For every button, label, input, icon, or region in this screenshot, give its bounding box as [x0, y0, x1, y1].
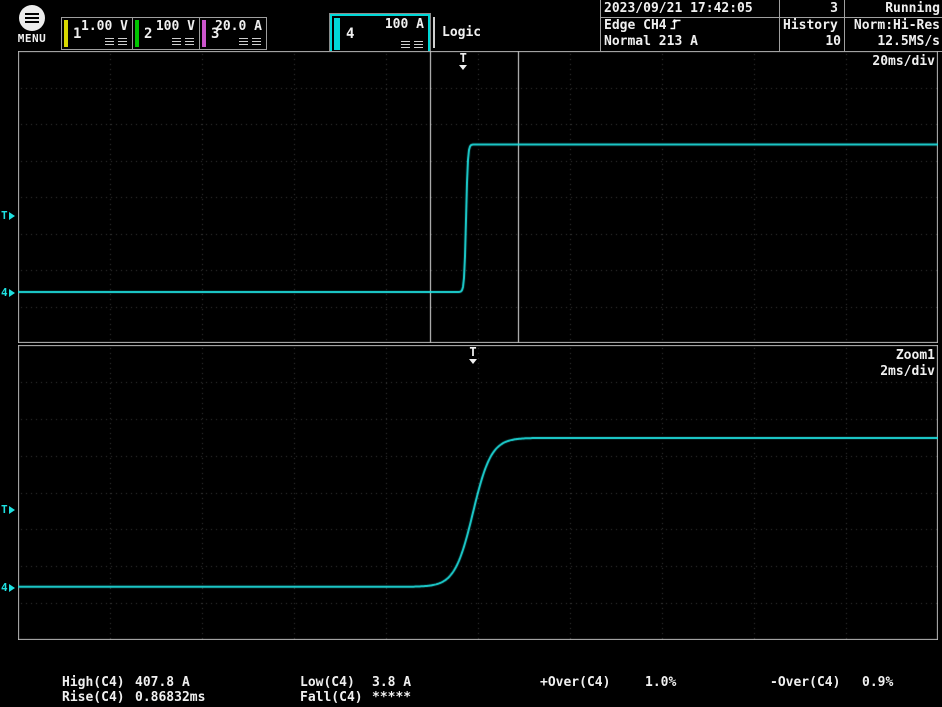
- channel-4-scale: 100 A: [385, 17, 424, 32]
- channel-1-color-bar: [64, 20, 68, 47]
- acquisition-mode: Norm:Hi-Res: [845, 18, 942, 34]
- measurement-value: 3.8 A: [372, 675, 411, 690]
- status-panel: 2023/09/21 17:42:05 3 Running Edge CH4 N…: [600, 0, 942, 52]
- channel-4-coupling-icons: [401, 41, 423, 49]
- menu-label: MENU: [12, 32, 52, 45]
- measurement-label: Rise(C4): [62, 690, 135, 705]
- down-arrow-icon: [469, 359, 477, 364]
- zoom-ch4-zero-marker[interactable]: 4: [1, 580, 15, 596]
- trigger-t-label: T: [1, 208, 8, 224]
- history-label: History: [780, 18, 844, 34]
- measurement-value: 407.8 A: [135, 675, 190, 690]
- measurement-value: 0.9%: [862, 675, 893, 690]
- main-waveform-canvas[interactable]: [18, 51, 938, 343]
- channel-2-color-bar: [135, 20, 139, 47]
- main-ch4-zero-marker[interactable]: 4: [1, 285, 15, 301]
- right-arrow-icon: [9, 584, 15, 592]
- channel-number-label: 4: [1, 580, 8, 596]
- measurement-fall: Fall(C4)*****: [300, 690, 411, 705]
- impedance-icon: [414, 41, 423, 49]
- impedance-icon: [252, 38, 261, 46]
- channel-4-button-selected[interactable]: 4 100 A: [330, 14, 430, 54]
- channel-2-button[interactable]: 2 100 V: [132, 17, 200, 50]
- channel-4-number: 4: [346, 26, 354, 42]
- measurement-rise: Rise(C4)0.86832ms: [62, 690, 205, 705]
- history-box[interactable]: History 10: [779, 17, 844, 51]
- main-trigger-position-marker[interactable]: T: [457, 53, 469, 70]
- channel-3-color-bar: [202, 20, 206, 47]
- right-arrow-icon: [9, 289, 15, 297]
- history-value: 10: [780, 34, 844, 50]
- trigger-t-label: T: [460, 53, 467, 64]
- channel-4-color-bar: [334, 18, 340, 50]
- trigger-type: Edge CH4: [604, 18, 667, 33]
- down-arrow-icon: [459, 65, 467, 70]
- measurement-value: *****: [372, 690, 411, 705]
- trigger-info-box[interactable]: Edge CH4 Normal 213 A: [601, 17, 779, 51]
- impedance-icon: [118, 38, 127, 46]
- trigger-t-label: T: [469, 347, 476, 358]
- measurement-value: 1.0%: [645, 675, 676, 690]
- impedance-icon: [185, 38, 194, 46]
- trigger-level: 213 A: [659, 34, 698, 49]
- datetime: 2023/09/21 17:42:05: [601, 0, 779, 17]
- right-arrow-icon: [9, 506, 15, 514]
- acquisition-count: 3: [779, 0, 844, 17]
- run-state: Running: [844, 0, 942, 17]
- coupling-icon: [172, 38, 181, 46]
- channel-3-scale: 20.0 A: [215, 19, 262, 34]
- measurement-neg-overshoot: -Over(C4)0.9%: [770, 675, 893, 690]
- menu-button[interactable]: MENU: [12, 5, 52, 45]
- main-waveform-panel: 20ms/div T T 4: [0, 51, 942, 343]
- measurement-low: Low(C4)3.8 A: [300, 675, 411, 690]
- trigger-mode: Normal: [604, 34, 651, 49]
- acquisition-box[interactable]: Norm:Hi-Res 12.5MS/s: [844, 17, 942, 51]
- channel-3-button[interactable]: 3 20.0 A: [199, 17, 267, 50]
- coupling-icon: [401, 41, 410, 49]
- zoom-trigger-position-marker[interactable]: T: [467, 347, 479, 364]
- measurement-pos-overshoot: +Over(C4)1.0%: [540, 675, 676, 690]
- channel-2-number: 2: [144, 26, 152, 42]
- zoom-waveform-canvas[interactable]: [18, 345, 938, 640]
- coupling-icon: [239, 38, 248, 46]
- channel-2-coupling-icons: [172, 38, 194, 46]
- channel-1-coupling-icons: [105, 38, 127, 46]
- channel-number-label: 4: [1, 285, 8, 301]
- trigger-t-label: T: [1, 502, 8, 518]
- measurement-label: Low(C4): [300, 675, 372, 690]
- hamburger-menu-icon: [19, 5, 45, 31]
- main-timebase-label: 20ms/div: [872, 54, 935, 69]
- sample-rate: 12.5MS/s: [845, 34, 942, 50]
- rising-edge-icon: [670, 18, 681, 30]
- measurement-label: High(C4): [62, 675, 135, 690]
- measurement-high: High(C4)407.8 A: [62, 675, 190, 690]
- channel-1-button[interactable]: 1 1.00 V: [61, 17, 133, 50]
- measurement-label: +Over(C4): [540, 675, 645, 690]
- main-trigger-level-marker[interactable]: T: [1, 208, 15, 224]
- zoom-trigger-level-marker[interactable]: T: [1, 502, 15, 518]
- zoom-name-label: Zoom1: [896, 348, 935, 363]
- logic-button[interactable]: Logic: [433, 17, 489, 48]
- right-arrow-icon: [9, 212, 15, 220]
- coupling-icon: [105, 38, 114, 46]
- channel-3-coupling-icons: [239, 38, 261, 46]
- measurement-label: Fall(C4): [300, 690, 372, 705]
- measurement-label: -Over(C4): [770, 675, 862, 690]
- channel-2-scale: 100 V: [156, 19, 195, 34]
- oscilloscope-screen: MENU 1 1.00 V 2 100 V 3 20.0 A 4 100 A L…: [0, 0, 942, 707]
- zoom-timebase-label: 2ms/div: [880, 364, 935, 379]
- measurement-value: 0.86832ms: [135, 690, 205, 705]
- zoom-waveform-panel: Zoom1 2ms/div T T 4: [0, 345, 942, 640]
- channel-1-scale: 1.00 V: [81, 19, 128, 34]
